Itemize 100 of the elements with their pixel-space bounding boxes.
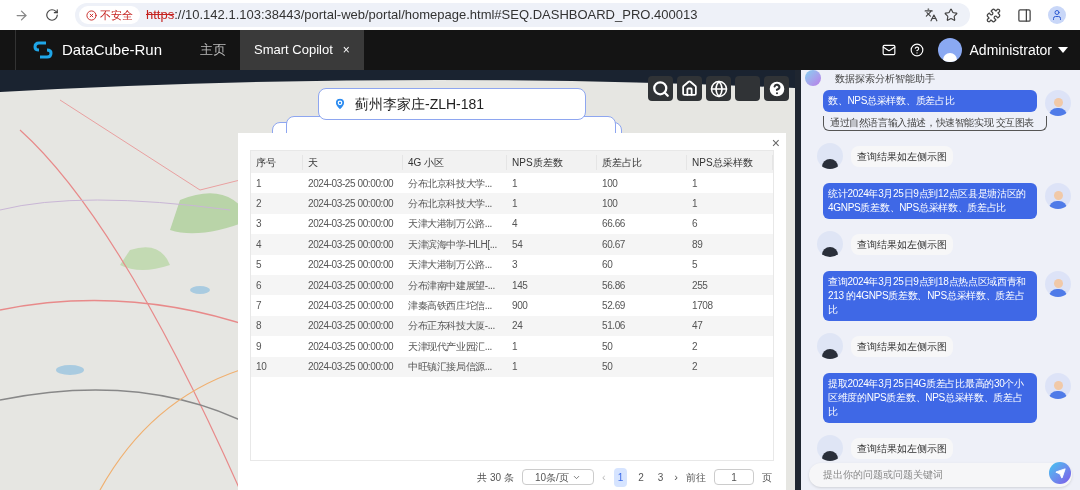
table-cell-text: 分布北京科技大学... <box>407 197 493 212</box>
user-avatar <box>1045 183 1071 209</box>
table-cell-text: 145 <box>511 278 529 293</box>
column-header: NPS总采样数 <box>687 154 773 170</box>
caret-icon[interactable] <box>1058 47 1068 53</box>
table-cell-text: 2 <box>691 360 699 375</box>
table-cell-text: 255 <box>691 278 709 293</box>
user-message: 统计2024年3月25日9点到12点区县是塘沽区的4GNPS质差数、NPS总采样数、质差占比 <box>823 183 1037 219</box>
table-cell-text: 89 <box>691 237 704 252</box>
table-cell-text: 中旺镇汇接局信源... <box>407 360 493 375</box>
table-cell-text: 2 <box>255 197 263 212</box>
user-message: 数、NPS总采样数、质差占比 <box>823 90 1037 112</box>
url-text: https://10.142.1.103:38443/portal-web/portal/homepage.html#SEQ.DASHBOARD_PRO.400013 <box>146 6 698 25</box>
table-cell-text: 1 <box>511 176 519 191</box>
table-cell-text: 天津大港制万公路... <box>407 258 493 273</box>
table-cell-text: 52.69 <box>601 299 627 314</box>
table-cell-text: 2024-03-25 00:00:00 <box>307 176 395 191</box>
column-header: 序号 <box>251 154 303 170</box>
page-number[interactable]: 1 <box>613 467 628 487</box>
table-cell-text: 2024-03-25 00:00:00 <box>307 278 395 293</box>
account-avatar[interactable] <box>937 38 962 62</box>
page-number[interactable]: 3 <box>654 469 667 485</box>
map-popup[interactable]: 蓟州李家庄-ZLH-181 <box>318 88 586 120</box>
table-cell-text: 2024-03-25 00:00:00 <box>307 319 395 334</box>
user-name[interactable]: Administrator <box>969 39 1052 61</box>
security-badge[interactable]: 不安全 <box>79 6 140 24</box>
help-icon[interactable] <box>909 43 924 57</box>
address-bar[interactable]: 不安全 https://10.142.1.103:38443/portal-web/portal/homepage.html#SEQ.DASHBOARD_PRO.400013 <box>75 3 970 27</box>
side-panel-icon[interactable] <box>1017 7 1032 23</box>
column-header: NPS质差数 <box>507 154 597 170</box>
assistant-message: 查询结果如左侧示图 <box>851 437 953 459</box>
page-number[interactable]: 2 <box>635 469 647 485</box>
logo-icon <box>32 40 54 60</box>
user-message: 提取2024年3月25日4G质差占比最高的30个小区维度的NPS质差数、NPS总采样数、质差占比 <box>823 373 1037 423</box>
table-cell-text: 2024-03-25 00:00:00 <box>307 217 395 232</box>
extensions-icon[interactable] <box>986 7 1001 23</box>
table-cell-text: 1 <box>691 176 699 191</box>
app-tab[interactable]: Smart Copilot × <box>240 30 364 70</box>
table-cell-text: 54 <box>511 237 524 252</box>
table-cell-text: 1 <box>691 197 699 212</box>
page-size-select[interactable]: 10条/页 <box>521 469 594 485</box>
assistant-message: 查询结果如左侧示图 <box>851 233 953 255</box>
table-cell-text: 5 <box>691 258 699 273</box>
column-header: 天 <box>303 154 403 170</box>
table-cell-text: 24 <box>511 319 524 334</box>
table-cell-text: 2024-03-25 00:00:00 <box>307 237 395 252</box>
profile-icon[interactable] <box>1048 6 1066 24</box>
table-cell-text: 2024-03-25 00:00:00 <box>307 360 395 375</box>
table-cell-text: 6 <box>691 217 699 232</box>
assistant-message: 查询结果如左侧示图 <box>851 335 953 357</box>
translate-icon[interactable] <box>924 8 938 22</box>
assistant-avatar <box>817 143 843 169</box>
pin-icon <box>333 97 347 111</box>
table-cell-text: 4 <box>511 217 519 232</box>
table-cell-text: 100 <box>601 176 619 191</box>
table-cell-text: 56.86 <box>601 278 627 293</box>
user-avatar <box>1045 271 1071 297</box>
search-button[interactable] <box>648 76 673 101</box>
bookmark-icon[interactable] <box>944 8 958 22</box>
app-tab[interactable]: 主页 <box>186 30 241 70</box>
home-button[interactable] <box>677 76 702 101</box>
send-icon <box>1054 467 1066 479</box>
table-cell-text: 6 <box>255 278 263 293</box>
table-cell-text: 分布正东科技大厦-... <box>407 319 496 334</box>
assistant-avatar <box>817 435 843 461</box>
table-cell-text: 1 <box>511 339 519 354</box>
table-cell-text: 50 <box>601 360 614 375</box>
table-cell-text: 分布北京科技大学... <box>407 176 493 191</box>
table-cell-text: 2024-03-25 00:00:00 <box>307 258 395 273</box>
reload-icon[interactable] <box>45 8 59 22</box>
help-button[interactable] <box>764 76 789 101</box>
close-button[interactable]: × <box>771 136 780 150</box>
table-cell-text: 3 <box>255 217 263 232</box>
page-input[interactable]: 1 <box>714 469 754 485</box>
table-cell-text: 4 <box>255 237 263 252</box>
table-cell-text: 1 <box>511 197 519 212</box>
table-cell-text: 天津现代产业园汇... <box>407 339 493 354</box>
table-cell-text: 分布津南中建展望-... <box>407 278 496 293</box>
table-cell-text: 3 <box>511 258 519 273</box>
column-header: 4G 小区 <box>403 154 507 170</box>
user-message: 查询2024年3月25日9点到18点热点区域西青和213 的4GNPS质差数、NPS总采样数、质差占比 <box>823 271 1037 321</box>
question-field[interactable]: 提出你的问题或问题关键词 <box>809 462 1072 487</box>
total-count: 共 30 条 <box>477 470 514 485</box>
user-avatar <box>1045 90 1071 116</box>
brand-name: DataCube-Run <box>62 39 163 60</box>
table-cell-text: 100 <box>601 197 619 212</box>
assistant-logo-icon <box>805 70 821 86</box>
table-cell-text: 900 <box>511 299 529 314</box>
mail-icon[interactable] <box>881 43 896 57</box>
table-cell-text: 1708 <box>691 299 714 314</box>
assistant-avatar <box>817 333 843 359</box>
send-button[interactable] <box>1049 462 1071 484</box>
assistant-message: 查询结果如左侧示图 <box>851 145 953 167</box>
table-cell-text: 60 <box>601 258 614 273</box>
tab-close[interactable]: × <box>342 41 350 59</box>
forward-icon[interactable] <box>14 7 29 23</box>
table-cell-text: 5 <box>255 258 263 273</box>
table-cell-text: 2024-03-25 00:00:00 <box>307 339 395 354</box>
globe-button[interactable] <box>706 76 731 101</box>
table-cell-text: 66.66 <box>601 217 627 232</box>
